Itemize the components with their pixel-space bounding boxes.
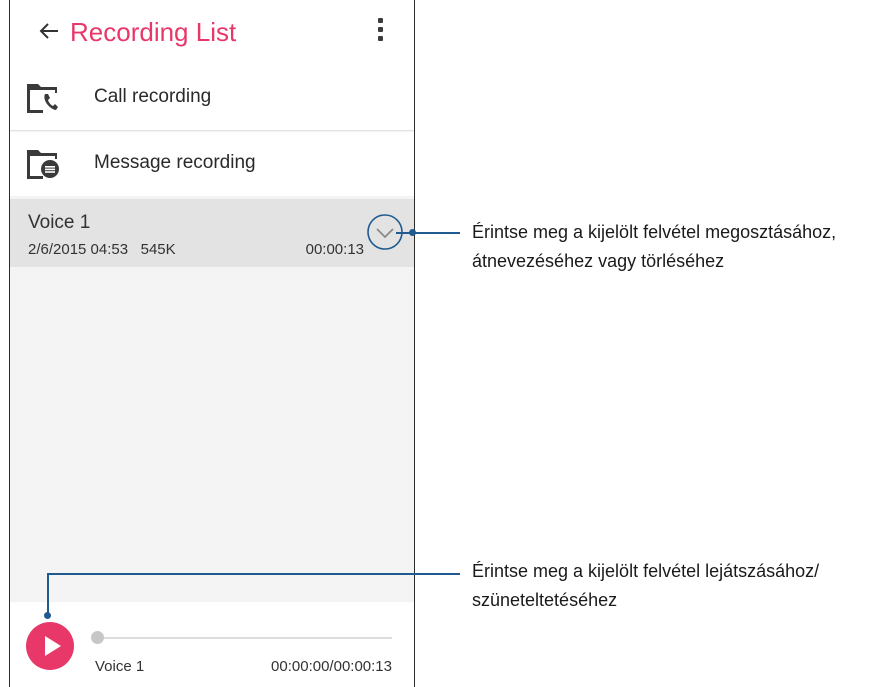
back-arrow-icon[interactable] (38, 20, 60, 42)
callout-play-text: Érintse meg a kijelölt felvétel lejátszá… (472, 557, 819, 615)
player-time: 00:00:00/00:00:13 (271, 658, 392, 675)
seek-track[interactable] (96, 637, 392, 639)
phone-screen: Recording List Call recording Message re… (9, 0, 415, 687)
callout-line (396, 232, 460, 234)
play-button[interactable] (26, 622, 74, 670)
play-icon (45, 636, 61, 656)
recording-meta: 2/6/2015 04:53 545K (28, 241, 176, 258)
folder-call-recording[interactable]: Call recording (10, 66, 414, 130)
folder-label: Call recording (94, 86, 212, 107)
callout-dot (44, 612, 51, 619)
player-bar: Voice 1 00:00:00/00:00:13 (10, 602, 414, 687)
callout-line-1: Érintse meg a kijelölt felvétel megosztá… (472, 222, 837, 242)
divider (10, 130, 414, 131)
callout-line (47, 573, 460, 575)
callout-line-1: Érintse meg a kijelölt felvétel lejátszá… (472, 561, 820, 581)
callout-dot (409, 229, 416, 236)
message-folder-icon (27, 150, 59, 179)
recording-duration: 00:00:13 (305, 241, 364, 258)
recording-item[interactable]: Voice 1 2/6/2015 04:53 545K 00:00:13 (10, 199, 414, 267)
recording-name: Voice 1 (28, 212, 91, 233)
overflow-menu-icon[interactable] (374, 18, 386, 46)
folder-label: Message recording (94, 152, 256, 173)
callout-expand-text: Érintse meg a kijelölt felvétel megosztá… (472, 218, 836, 276)
callout-line-2: átnevezéséhez vagy törléséhez (472, 251, 725, 271)
callout-line-2: szüneteltetéséhez (472, 590, 618, 610)
player-track-name: Voice 1 (95, 658, 145, 675)
call-folder-icon (27, 84, 58, 113)
seek-thumb[interactable] (91, 631, 104, 644)
callout-line (47, 573, 49, 617)
folder-message-recording[interactable]: Message recording (10, 132, 414, 196)
app-bar: Recording List (10, 0, 414, 66)
page-title: Recording List (70, 17, 237, 47)
